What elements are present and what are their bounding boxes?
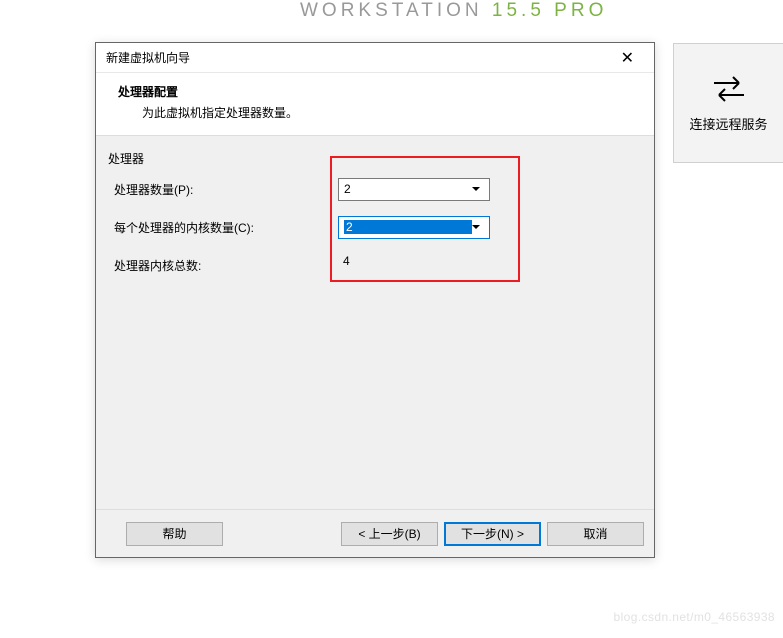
dialog-header-title: 处理器配置 <box>118 83 644 100</box>
connect-remote-label: 连接远程服务 <box>689 114 767 133</box>
chevron-down-icon <box>472 187 480 191</box>
close-icon: ✕ <box>621 50 634 67</box>
total-cores-label: 处理器内核总数: <box>108 257 338 274</box>
total-cores-row: 处理器内核总数: 4 <box>108 253 642 277</box>
chevron-down-icon <box>472 225 480 229</box>
next-button[interactable]: 下一步(N) > <box>444 522 541 546</box>
help-button[interactable]: 帮助 <box>126 522 223 546</box>
cores-per-processor-select[interactable]: 2 <box>338 216 490 239</box>
dialog-titlebar: 新建虚拟机向导 ✕ <box>96 43 654 73</box>
cores-per-processor-label: 每个处理器的内核数量(C): <box>108 219 338 236</box>
cores-per-processor-value: 2 <box>344 220 472 234</box>
dialog-body: 处理器 处理器数量(P): 2 每个处理器的内核数量(C): 2 处理器内核总数… <box>96 136 654 509</box>
watermark: blog.csdn.net/m0_46563938 <box>614 610 775 624</box>
connect-remote-server-tile[interactable]: 连接远程服务 <box>673 43 783 163</box>
back-button[interactable]: < 上一步(B) <box>341 522 438 546</box>
cores-per-processor-row: 每个处理器的内核数量(C): 2 <box>108 215 642 239</box>
new-vm-wizard-dialog: 新建虚拟机向导 ✕ 处理器配置 为此虚拟机指定处理器数量。 处理器 处理器数量(… <box>95 42 655 558</box>
close-button[interactable]: ✕ <box>611 46 644 70</box>
dialog-header-subtitle: 为此虚拟机指定处理器数量。 <box>118 104 644 121</box>
total-cores-value: 4 <box>338 254 490 277</box>
processors-count-select[interactable]: 2 <box>338 178 490 201</box>
dialog-title: 新建虚拟机向导 <box>106 49 190 66</box>
processor-group-legend: 处理器 <box>108 150 642 167</box>
cancel-button[interactable]: 取消 <box>547 522 644 546</box>
background-app-title: WORKSTATION 15.5 PRO <box>300 0 607 22</box>
processors-count-row: 处理器数量(P): 2 <box>108 177 642 201</box>
dialog-header: 处理器配置 为此虚拟机指定处理器数量。 <box>96 73 654 136</box>
swap-arrows-icon <box>711 74 747 104</box>
processors-count-label: 处理器数量(P): <box>108 181 338 198</box>
processors-count-value: 2 <box>344 182 472 196</box>
dialog-footer: 帮助 < 上一步(B) 下一步(N) > 取消 <box>96 509 654 557</box>
